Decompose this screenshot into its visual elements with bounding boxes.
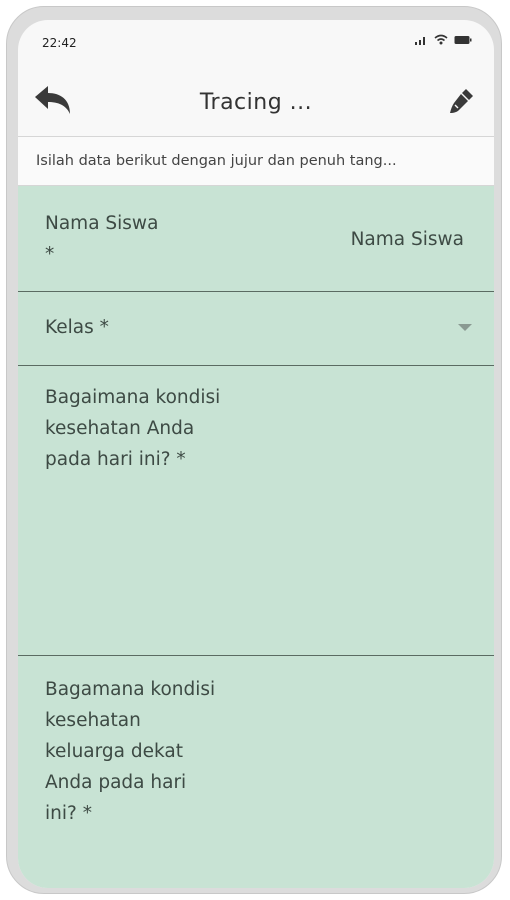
kondisi-kesehatan-label: Bagaimana kondisi kesehatan Anda pada ha…: [45, 382, 220, 475]
chevron-down-icon[interactable]: [458, 324, 472, 331]
brush-icon: [450, 89, 473, 113]
kondisi-keluarga-line4: Anda pada hari: [45, 772, 187, 793]
kondisi-kesehatan-line1: Bagaimana kondisi: [45, 387, 221, 408]
kondisi-kesehatan-line3: pada hari ini? *: [45, 449, 186, 470]
status-time: 22:42: [42, 36, 77, 50]
wifi-icon: [434, 34, 448, 45]
form-description-text: Isilah data berikut dengan jujur dan pen…: [36, 153, 397, 169]
kondisi-kesehatan-line2: kesehatan Anda: [45, 418, 195, 439]
kondisi-keluarga-line3: keluarga dekat: [45, 741, 183, 762]
battery-icon: [454, 35, 472, 44]
nama-siswa-required-mark: *: [45, 244, 55, 265]
kelas-dropdown[interactable]: Kelas *: [18, 292, 494, 366]
nama-siswa-input[interactable]: Nama Siswa: [351, 229, 464, 250]
page-title: Tracing ...: [199, 90, 313, 115]
kelas-label: Kelas *: [45, 317, 109, 338]
kondisi-keluarga-line2: kesehatan: [45, 710, 141, 731]
nama-siswa-label: Nama Siswa *: [45, 208, 158, 270]
status-bar: 22:42: [18, 20, 494, 60]
kondisi-keluarga-line5: ini? *: [45, 803, 92, 824]
form: Nama Siswa * Nama Siswa Kelas * Bagaiman…: [18, 186, 494, 888]
nama-siswa-field[interactable]: Nama Siswa * Nama Siswa: [18, 186, 494, 292]
clear-form-button[interactable]: [446, 86, 476, 116]
kondisi-keluarga-line1: Bagamana kondisi: [45, 679, 216, 700]
form-description: Isilah data berikut dengan jujur dan pen…: [18, 136, 494, 186]
app-screen: 22:42 Tracing ... Isilah data berikut de…: [18, 20, 494, 888]
status-icons: [414, 34, 472, 45]
kondisi-keluarga-label: Bagamana kondisi kesehatan keluarga deka…: [45, 674, 215, 829]
phone-frame: 22:42 Tracing ... Isilah data berikut de…: [6, 6, 502, 894]
kondisi-kesehatan-field[interactable]: Bagaimana kondisi kesehatan Anda pada ha…: [18, 366, 494, 656]
signal-icon: [415, 37, 425, 45]
nama-siswa-label-line1: Nama Siswa: [45, 213, 159, 234]
kondisi-keluarga-field[interactable]: Bagamana kondisi kesehatan keluarga deka…: [18, 656, 494, 888]
app-bar: Tracing ...: [18, 60, 494, 136]
